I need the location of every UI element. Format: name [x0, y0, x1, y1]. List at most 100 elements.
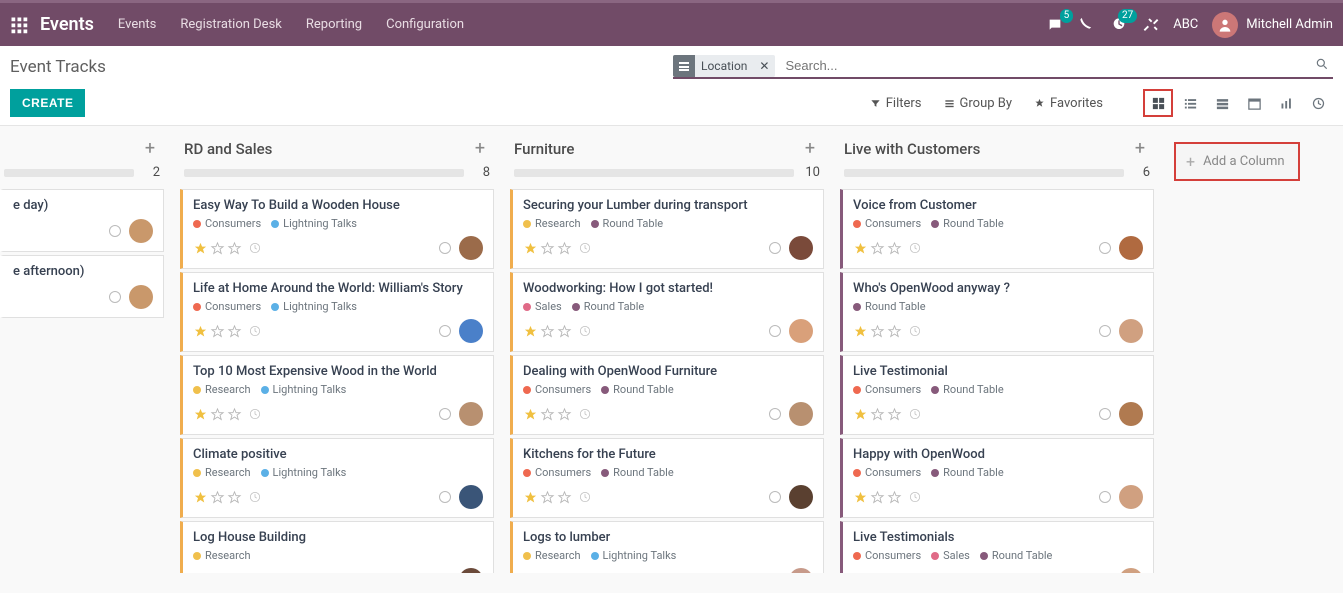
phone-icon[interactable]	[1071, 9, 1103, 41]
kanban-state-icon[interactable]	[1099, 325, 1111, 337]
activities-icon[interactable]: 27	[1103, 9, 1135, 41]
nav-events[interactable]: Events	[118, 17, 156, 32]
search-input[interactable]	[779, 54, 1307, 77]
kanban-card[interactable]: Kitchens for the Future ConsumersRound T…	[510, 438, 824, 518]
kanban-state-icon[interactable]	[439, 491, 451, 503]
kanban-card[interactable]: Dealing with OpenWood Furniture Consumer…	[510, 355, 824, 435]
user-menu[interactable]: Mitchell Admin	[1212, 12, 1333, 38]
assignee-avatar-icon[interactable]	[129, 219, 153, 243]
kanban-card[interactable]: Happy with OpenWood ConsumersRound Table	[840, 438, 1154, 518]
kanban-state-icon[interactable]	[439, 408, 451, 420]
filters-dropdown[interactable]: Filters	[870, 96, 922, 111]
kanban-state-icon[interactable]	[109, 225, 121, 237]
kanban-card[interactable]: Top 10 Most Expensive Wood in the World …	[180, 355, 494, 435]
assignee-avatar-icon[interactable]	[789, 319, 813, 343]
view-activity-button[interactable]	[1303, 89, 1333, 117]
kanban-card[interactable]: Woodworking: How I got started! SalesRou…	[510, 272, 824, 352]
assignee-avatar-icon[interactable]	[789, 485, 813, 509]
search-icon[interactable]	[1311, 57, 1333, 75]
priority-stars[interactable]	[523, 241, 572, 256]
priority-stars[interactable]	[193, 407, 242, 422]
view-form-button[interactable]	[1207, 89, 1237, 117]
column-title[interactable]: Furniture	[514, 140, 800, 158]
apps-icon[interactable]	[10, 16, 28, 34]
assignee-avatar-icon[interactable]	[789, 236, 813, 260]
kanban-state-icon[interactable]	[109, 291, 121, 303]
column-quick-create-icon[interactable]: +	[800, 138, 820, 159]
priority-stars[interactable]	[193, 241, 242, 256]
favorites-dropdown[interactable]: Favorites	[1034, 96, 1103, 111]
kanban-state-icon[interactable]	[769, 242, 781, 254]
column-quick-create-icon[interactable]: +	[470, 138, 490, 159]
nav-configuration[interactable]: Configuration	[386, 17, 464, 32]
assignee-avatar-icon[interactable]	[129, 285, 153, 309]
assignee-avatar-icon[interactable]	[789, 402, 813, 426]
kanban-state-icon[interactable]	[1099, 242, 1111, 254]
column-progress-bar[interactable]	[184, 169, 464, 177]
create-button[interactable]: CREATE	[10, 89, 85, 117]
view-calendar-button[interactable]	[1239, 89, 1269, 117]
assignee-avatar-icon[interactable]	[459, 402, 483, 426]
kanban-card[interactable]: Live Testimonials ConsumersSalesRound Ta…	[840, 521, 1154, 573]
messaging-icon[interactable]: 5	[1039, 9, 1071, 41]
priority-stars[interactable]	[523, 324, 572, 339]
priority-stars[interactable]	[193, 573, 242, 574]
priority-stars[interactable]	[193, 324, 242, 339]
kanban-state-icon[interactable]	[769, 408, 781, 420]
assignee-avatar-icon[interactable]	[1119, 319, 1143, 343]
tools-icon[interactable]	[1135, 9, 1167, 41]
column-title[interactable]: RD and Sales	[184, 140, 470, 158]
column-progress-bar[interactable]	[844, 169, 1124, 177]
facet-remove-icon[interactable]: ✕	[753, 59, 775, 73]
column-quick-create-icon[interactable]: +	[140, 138, 160, 159]
kanban-card[interactable]: Logs to lumber ResearchLightning Talks	[510, 521, 824, 573]
assignee-avatar-icon[interactable]	[789, 568, 813, 573]
column-progress-bar[interactable]	[514, 169, 794, 177]
column-title[interactable]: Live with Customers	[844, 140, 1130, 158]
priority-stars[interactable]	[853, 241, 902, 256]
kanban-card[interactable]: Live Testimonial ConsumersRound Table	[840, 355, 1154, 435]
kanban-card[interactable]: Climate positive ResearchLightning Talks	[180, 438, 494, 518]
priority-stars[interactable]	[523, 573, 572, 574]
kanban-card[interactable]: e afternoon)	[0, 255, 164, 318]
debug-abc[interactable]: ABC	[1173, 17, 1198, 32]
kanban-state-icon[interactable]	[1099, 408, 1111, 420]
priority-stars[interactable]	[853, 407, 902, 422]
kanban-state-icon[interactable]	[769, 325, 781, 337]
assignee-avatar-icon[interactable]	[1119, 236, 1143, 260]
column-progress-bar[interactable]	[4, 169, 134, 177]
kanban-state-icon[interactable]	[1099, 491, 1111, 503]
priority-stars[interactable]	[853, 573, 902, 574]
search-box[interactable]: Location ✕	[673, 54, 1333, 79]
groupby-dropdown[interactable]: Group By	[944, 96, 1013, 111]
priority-stars[interactable]	[523, 407, 572, 422]
assignee-avatar-icon[interactable]	[1119, 568, 1143, 573]
kanban-state-icon[interactable]	[769, 491, 781, 503]
nav-reporting[interactable]: Reporting	[306, 17, 362, 32]
kanban-card[interactable]: Securing your Lumber during transport Re…	[510, 189, 824, 269]
view-graph-button[interactable]	[1271, 89, 1301, 117]
priority-stars[interactable]	[193, 490, 242, 505]
priority-stars[interactable]	[853, 324, 902, 339]
nav-registration-desk[interactable]: Registration Desk	[180, 17, 282, 32]
view-kanban-button[interactable]	[1143, 89, 1173, 117]
assignee-avatar-icon[interactable]	[459, 319, 483, 343]
kanban-card[interactable]: Life at Home Around the World: William's…	[180, 272, 494, 352]
view-list-button[interactable]	[1175, 89, 1205, 117]
assignee-avatar-icon[interactable]	[459, 485, 483, 509]
priority-stars[interactable]	[523, 490, 572, 505]
kanban-card[interactable]: e day)	[0, 189, 164, 252]
priority-stars[interactable]	[853, 490, 902, 505]
kanban-state-icon[interactable]	[439, 325, 451, 337]
assignee-avatar-icon[interactable]	[459, 236, 483, 260]
kanban-card[interactable]: Voice from Customer ConsumersRound Table	[840, 189, 1154, 269]
brand[interactable]: Events	[40, 14, 94, 35]
kanban-card[interactable]: Log House Building Research	[180, 521, 494, 573]
search-facet-location[interactable]: Location ✕	[673, 55, 776, 77]
assignee-avatar-icon[interactable]	[459, 568, 483, 573]
kanban-state-icon[interactable]	[439, 242, 451, 254]
add-column[interactable]: + Add a Column	[1162, 130, 1312, 573]
assignee-avatar-icon[interactable]	[1119, 402, 1143, 426]
column-quick-create-icon[interactable]: +	[1130, 138, 1150, 159]
assignee-avatar-icon[interactable]	[1119, 485, 1143, 509]
